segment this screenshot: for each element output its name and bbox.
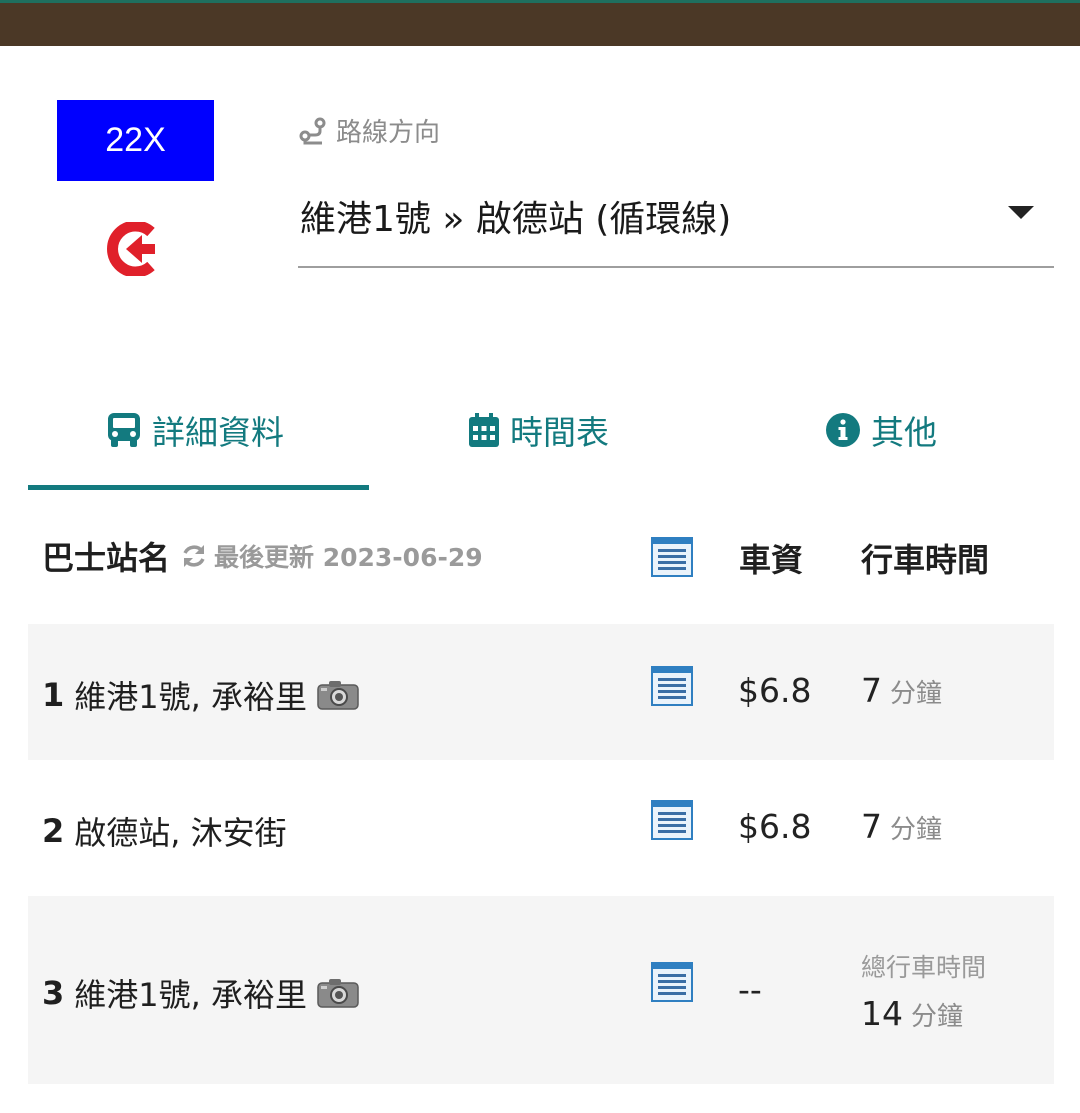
list-icon[interactable] — [651, 962, 693, 1002]
stop-row[interactable]: 3 維港1號, 承裕里 -- 總行車時間 14 分鐘 — [28, 896, 1054, 1084]
header-stop-name-label: 巴士站名 — [42, 539, 171, 577]
info-icon — [826, 413, 860, 447]
calendar-icon — [469, 413, 499, 447]
stop-travel-time: 7 分鐘 — [861, 671, 942, 710]
travel-time-unit: 分鐘 — [911, 1002, 964, 1032]
stop-sequence: 1 — [42, 676, 65, 714]
direction-label-text: 路線方向 — [336, 117, 441, 148]
header-travel-time: 行車時間 — [861, 541, 990, 579]
list-icon[interactable] — [651, 666, 693, 706]
top-app-bar — [0, 0, 1080, 46]
camera-icon[interactable] — [317, 978, 359, 1008]
tab-timetable[interactable]: 時間表 — [468, 385, 609, 475]
travel-time-value: 7 — [861, 671, 882, 710]
stop-fare: $6.8 — [738, 671, 812, 710]
stop-name-text: 啟德站, 沐安街 — [74, 814, 287, 852]
dropdown-caret-icon — [1008, 206, 1034, 219]
direction-label: 路線方向 — [298, 112, 440, 148]
travel-time-unit: 分鐘 — [890, 815, 943, 845]
route-icon — [299, 117, 326, 145]
stop-travel-time: 7 分鐘 — [861, 807, 942, 846]
travel-time-unit: 分鐘 — [890, 679, 943, 709]
header-fare: 車資 — [739, 541, 804, 579]
camera-icon[interactable] — [317, 680, 359, 710]
route-number-badge: 22X — [57, 100, 214, 181]
stop-name: 2 啟德站, 沐安街 — [42, 808, 287, 854]
stop-name: 1 維港1號, 承裕里 — [42, 672, 359, 718]
total-travel-time-label: 總行車時間 — [861, 953, 987, 982]
tab-timetable-label: 時間表 — [510, 413, 609, 452]
stop-row[interactable]: 2 啟德站, 沐安街 $6.8 7 分鐘 — [28, 760, 1054, 896]
bus-icon — [108, 413, 140, 447]
list-icon[interactable] — [651, 537, 693, 577]
stop-name: 3 維港1號, 承裕里 — [42, 970, 359, 1016]
active-tab-indicator — [28, 485, 369, 490]
direction-selected-value: 維港1號 » 啟德站 (循環線) — [300, 199, 732, 240]
list-icon[interactable] — [651, 800, 693, 840]
stop-travel-time: 總行車時間 14 分鐘 — [861, 948, 986, 1033]
stop-name-text: 維港1號, 承裕里 — [74, 678, 307, 716]
tab-other[interactable]: 其他 — [825, 385, 937, 475]
stop-name-text: 維港1號, 承裕里 — [74, 976, 307, 1014]
last-updated-text: 最後更新 2023-06-29 — [214, 543, 483, 572]
circular-route-icon — [107, 222, 155, 276]
tab-details-label: 詳細資料 — [152, 413, 284, 452]
direction-select[interactable]: 維港1號 » 啟德站 (循環線) — [298, 180, 1054, 268]
tab-details[interactable]: 詳細資料 — [106, 385, 284, 475]
tab-other-label: 其他 — [871, 413, 937, 452]
stop-row[interactable]: 1 維港1號, 承裕里 $6.8 7 分鐘 — [28, 624, 1054, 760]
last-updated: 最後更新 2023-06-29 — [180, 538, 483, 574]
stop-sequence: 2 — [42, 812, 65, 850]
travel-time-value: 14 — [861, 994, 903, 1033]
travel-time-value: 7 — [861, 807, 882, 846]
stop-sequence: 3 — [42, 974, 65, 1012]
tab-bar: 詳細資料 時間表 其他 — [28, 385, 1054, 490]
refresh-icon — [183, 545, 205, 567]
stop-fare: $6.8 — [738, 807, 812, 846]
header-stop-name: 巴士站名 最後更新 2023-06-29 — [42, 533, 483, 579]
stops-table-header: 巴士站名 最後更新 2023-06-29 車資 行車時間 — [28, 515, 1054, 605]
stop-fare: -- — [738, 970, 762, 1009]
